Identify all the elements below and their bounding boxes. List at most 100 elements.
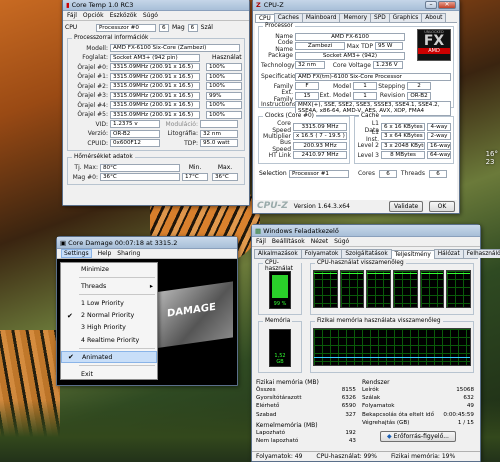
system-row: Végrehajtás (GB) 1 / 15: [362, 419, 474, 427]
core-usage-value: 100%: [206, 82, 242, 91]
extmodel-value: 1: [353, 91, 377, 100]
tab-4[interactable]: Hálózat: [433, 249, 464, 258]
menu-item-realtime-priority[interactable]: 4 Realtime Priority: [61, 334, 157, 346]
menu-item-exit[interactable]: Exit: [61, 368, 157, 380]
processor-info-title: Processzorral információk: [72, 34, 151, 41]
cpu-usage-line: [314, 273, 337, 274]
ok-button[interactable]: OK: [429, 200, 455, 212]
spec-value: AMD FX(tm)-6100 Six-Core Processor: [295, 72, 451, 81]
taskmgr-menubar: Fájl Beállítások Nézet Súgó: [252, 237, 480, 247]
system-label: Szálak: [362, 395, 381, 402]
tab-caches[interactable]: Caches: [273, 13, 303, 22]
cache-row: Level 38 MBytes 64-way: [357, 151, 451, 161]
kernel-memory-row: Nem lapozható 43: [256, 437, 356, 445]
cpu-core-graph: [339, 270, 365, 308]
minimize-button[interactable]: –: [425, 0, 437, 9]
foglalat-value: Socket AM3+ (942 pin): [110, 53, 200, 62]
temperature-title: Hőmérséklet adatok: [72, 154, 135, 160]
menu-sharing[interactable]: Sharing: [117, 250, 140, 257]
check-icon: ✔: [67, 311, 73, 320]
system-title: Rendszer: [362, 379, 390, 386]
coredamage-titlebar[interactable]: ▣ Core Damage 00:07:18 at 3315.2: [57, 237, 237, 249]
family-value: F: [295, 82, 319, 91]
tab-spd[interactable]: SPD: [370, 13, 390, 22]
cpuz-title: CPU-Z: [263, 0, 284, 9]
cache-level-label: L1 Inst.: [366, 129, 379, 144]
litografia-value: 32 nm: [200, 129, 238, 138]
selection-dropdown[interactable]: Processor #1: [289, 169, 349, 178]
system-value: 0:00:45:59: [443, 411, 474, 418]
core-usage-value: 100%: [206, 101, 242, 110]
core-clock-label: Órajel #2:: [77, 82, 108, 90]
menu-opciok[interactable]: Opciók: [83, 12, 104, 19]
menu-item-high-priority[interactable]: 3 High Priority: [61, 322, 157, 334]
menu-item-low-priority[interactable]: 1 Low Priority: [61, 297, 157, 309]
physical-memory-value: 6590: [341, 403, 356, 410]
menu-nezet[interactable]: Nézet: [311, 238, 328, 245]
technology-value: 32 nm: [295, 61, 325, 70]
hasznalat-label: Használat: [212, 54, 242, 62]
multiplier-value: x 16.5 ( 7 - 19.5 ): [293, 132, 347, 141]
menu-eszkozok[interactable]: Eszközök: [110, 12, 137, 19]
htlink-label: HT Link: [268, 151, 291, 159]
menu-help[interactable]: Help: [98, 250, 112, 257]
tab-memory[interactable]: Memory: [339, 13, 372, 22]
menu-fajl[interactable]: Fájl: [256, 238, 266, 245]
codename-value: Zambezi: [295, 42, 345, 51]
tab-0[interactable]: Alkalmazások: [254, 249, 302, 258]
tab-3[interactable]: Teljesítmény: [390, 250, 435, 259]
settings-dropdown-menu: Minimize Threads ▸ 1 Low Priority ✔ 2 Norm…: [60, 262, 158, 380]
min-label: Min.: [188, 164, 202, 172]
system-label: Leírók: [362, 387, 379, 394]
amd-fx-logo: UNLOCKED FX AMD: [417, 29, 451, 61]
core-clock-label: Órajel #4:: [77, 101, 108, 109]
coretemp-titlebar[interactable]: ▮ Core Temp 1.0 RC3: [63, 0, 249, 11]
animated-label: Animated: [82, 353, 113, 361]
cpuz-titlebar[interactable]: Z CPU-Z – ✕: [253, 0, 459, 11]
modulation-label: Moduláció:: [165, 120, 198, 128]
tab-about[interactable]: About: [421, 13, 447, 22]
kernel-memory-label: Nem lapozható: [256, 438, 299, 445]
menu-item-normal-priority[interactable]: ✔ 2 Normal Priority: [61, 310, 157, 322]
menu-item-animated[interactable]: ✔ Animated: [61, 351, 157, 364]
menu-item-minimize[interactable]: Minimize: [61, 263, 157, 275]
core-row: Órajel #4: 3315.09MHz (200.91 x 16.5) 100%: [70, 101, 242, 111]
resource-monitor-button[interactable]: ◆ Erőforrás-figyelő...: [380, 430, 456, 442]
tab-mainboard[interactable]: Mainboard: [301, 13, 341, 22]
core-clock-label: Órajel #3:: [77, 92, 108, 100]
cpu-usage-line: [340, 273, 364, 274]
cores-value: 6: [379, 169, 397, 178]
core-usage-value: 100%: [206, 72, 242, 81]
tab-1[interactable]: Folyamatok: [300, 249, 343, 258]
cpu-usage-line: [447, 273, 471, 274]
htlink-value: 2410.97 MHz: [293, 151, 347, 160]
menu-beallitasok[interactable]: Beállítások: [272, 238, 305, 245]
menu-settings[interactable]: Settings: [61, 249, 92, 258]
tdp-label: TDP:: [184, 139, 198, 147]
processor-select[interactable]: Processzor #0: [96, 23, 156, 32]
verzio-label: Verzió:: [87, 130, 108, 138]
system-row: Leírók 15068: [362, 386, 474, 394]
menu-sugo[interactable]: Súgó: [334, 238, 349, 245]
core-usage-value: 99%: [206, 91, 242, 100]
taskmgr-titlebar[interactable]: ▦ Windows Feladatkezelő: [252, 225, 480, 237]
tab-2[interactable]: Szolgáltatások: [341, 249, 392, 258]
menu-fajl[interactable]: Fájl: [67, 12, 77, 19]
validate-button[interactable]: Validate: [389, 200, 423, 212]
cpuz-app-icon: Z: [256, 0, 261, 9]
cache-way-value: 2-way: [427, 132, 451, 141]
menu-item-threads[interactable]: Threads ▸: [61, 280, 157, 292]
cpuz-brand: CPU-Z: [257, 201, 288, 211]
menu-sugo[interactable]: Súgó: [143, 12, 158, 19]
core-row: Órajel #0: 3315.09MHz (200.91 x 16.5) 100%: [70, 63, 242, 73]
close-button[interactable]: ✕: [438, 0, 456, 9]
core-clock-value: 3315.09MHz (200.91 x 16.5): [110, 101, 200, 110]
damage-text: DAMAGE: [167, 301, 216, 320]
physical-memory-label: Elérhető: [256, 403, 280, 410]
coretemp-body: CPU Processzor #0 6 Mag 6 Szál Processzo…: [63, 21, 249, 205]
cpu-usage-gauge: 99 %: [269, 271, 291, 309]
stepping-label: Stepping: [378, 82, 405, 90]
tab-graphics[interactable]: Graphics: [388, 13, 423, 22]
physical-memory-value: 327: [345, 411, 356, 418]
tab-5[interactable]: Felhasználók: [462, 249, 500, 258]
